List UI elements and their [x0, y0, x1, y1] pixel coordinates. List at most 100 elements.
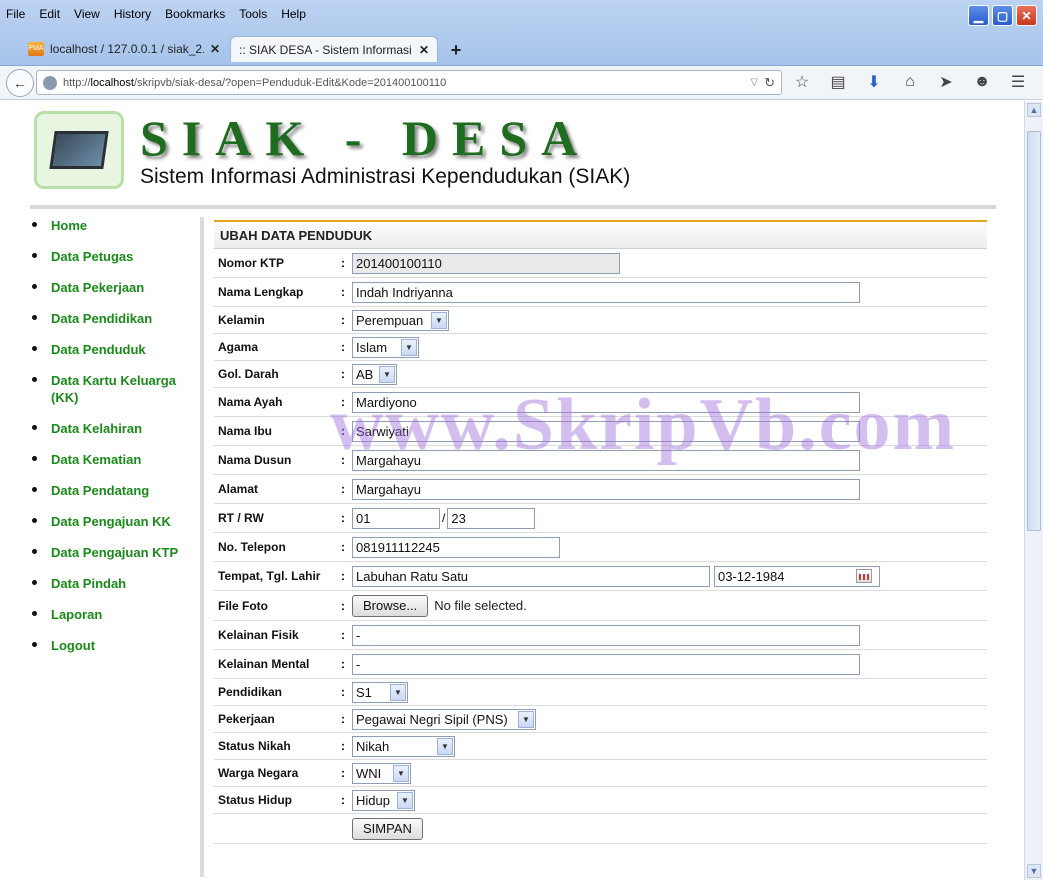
sidebar-link[interactable]: Data Pengajuan KK	[51, 513, 191, 530]
kelainan-fisik-input[interactable]: -	[352, 624, 860, 646]
tab-siak-desa[interactable]: :: SIAK DESA - Sistem Informasi A... ✕	[230, 36, 438, 62]
agama-select[interactable]: Islam ▼	[352, 336, 419, 358]
warga-negara-select[interactable]: WNI ▼	[352, 762, 411, 784]
field-label: Nama Ayah	[218, 395, 283, 409]
alamat-input[interactable]: Margahayu	[352, 478, 860, 500]
reading-list-icon[interactable]: ▤	[828, 72, 848, 92]
browse-button[interactable]: Browse...	[352, 594, 429, 617]
form-row-pendidikan: Pendidikan : S1 ▼	[214, 679, 987, 706]
field-label: Nomor KTP	[218, 256, 284, 270]
bookmark-star-icon[interactable]: ☆	[792, 72, 812, 92]
nama-ayah-input[interactable]: Mardiyono	[352, 391, 860, 413]
sidebar-link[interactable]: Data Petugas	[51, 248, 191, 265]
form-row-kelamin: Kelamin : Perempuan ▼	[214, 307, 987, 334]
sidebar-link[interactable]: Data Pekerjaan	[51, 279, 191, 296]
form-row-ttl: Tempat, Tgl. Lahir : Labuhan Ratu Satu 0…	[214, 562, 987, 591]
vertical-scrollbar[interactable]: ▲ ▼	[1024, 101, 1043, 880]
ktp-input[interactable]: 201400100110	[352, 252, 620, 274]
tab-phpmyadmin[interactable]: PMA localhost / 127.0.0.1 / siak_2... ✕	[20, 36, 228, 62]
field-label: Kelamin	[218, 313, 265, 327]
nama-dusun-input[interactable]: Margahayu	[352, 449, 860, 471]
field-label: File Foto	[218, 598, 268, 613]
field-label: Pendidikan	[218, 685, 283, 699]
pekerjaan-select[interactable]: Pegawai Negri Sipil (PNS) ▼	[352, 708, 536, 730]
menu-file[interactable]: File	[6, 7, 25, 21]
status-hidup-select[interactable]: Hidup ▼	[352, 789, 415, 811]
simpan-button[interactable]: SIMPAN	[352, 817, 423, 840]
scroll-up-icon[interactable]: ▲	[1027, 103, 1041, 117]
rt-rw-separator: /	[442, 511, 446, 525]
form-row-foto: File Foto : Browse... No file selected.	[214, 591, 987, 621]
status-nikah-select[interactable]: Nikah ▼	[352, 735, 455, 757]
menu-bookmarks[interactable]: Bookmarks	[165, 7, 225, 21]
sidebar-link[interactable]: Data Pendidikan	[51, 310, 191, 327]
menu-edit[interactable]: Edit	[39, 7, 60, 21]
maximize-icon[interactable]: ▢	[992, 5, 1013, 26]
field-label: Agama	[218, 340, 259, 354]
menu-history[interactable]: History	[114, 7, 151, 21]
window-controls: ▁ ▢ ✕	[968, 5, 1037, 26]
kelamin-select[interactable]: Perempuan ▼	[352, 309, 449, 331]
sidebar-item-pengajuan-kk: Data Pengajuan KK	[28, 513, 202, 530]
download-icon[interactable]: ⬇	[864, 72, 884, 92]
sidebar-link[interactable]: Home	[51, 217, 191, 234]
new-tab-icon[interactable]: +	[444, 38, 468, 62]
tab-close-icon[interactable]: ✕	[419, 43, 429, 57]
minimize-icon[interactable]: ▁	[968, 5, 989, 26]
rw-input[interactable]: 23	[447, 507, 536, 529]
form-row-nama: Nama Lengkap : Indah Indriyanna	[214, 278, 987, 307]
sidebar-divider	[200, 217, 204, 877]
nama-ibu-input[interactable]: Sarwiyati	[352, 420, 860, 442]
gol-darah-select[interactable]: AB ▼	[352, 363, 397, 385]
scrollbar-thumb[interactable]	[1027, 131, 1041, 531]
menu-tools[interactable]: Tools	[239, 7, 267, 21]
rt-input[interactable]: 01	[352, 507, 440, 529]
tab-close-icon[interactable]: ✕	[210, 42, 220, 56]
close-window-icon[interactable]: ✕	[1016, 5, 1037, 26]
field-label: Tempat, Tgl. Lahir	[218, 569, 321, 583]
menu-view[interactable]: View	[74, 7, 100, 21]
field-label: Pekerjaan	[218, 712, 275, 726]
form-row-pekerjaan: Pekerjaan : Pegawai Negri Sipil (PNS) ▼	[214, 706, 987, 733]
kelainan-mental-input[interactable]: -	[352, 653, 860, 675]
tab-label: :: SIAK DESA - Sistem Informasi A...	[239, 42, 413, 57]
field-label: Warga Negara	[218, 766, 299, 780]
chat-icon[interactable]: ☻	[972, 72, 992, 92]
file-status: No file selected.	[434, 598, 527, 613]
form-row-ktp: Nomor KTP : 201400100110	[214, 249, 987, 278]
sidebar-link[interactable]: Data Pengajuan KTP	[51, 544, 191, 561]
scroll-down-icon[interactable]: ▼	[1027, 864, 1041, 878]
sidebar-link[interactable]: Data Kartu Keluarga (KK)	[51, 372, 191, 406]
sidebar-link[interactable]: Laporan	[51, 606, 191, 623]
field-label: RT / RW	[218, 511, 264, 525]
sidebar-link[interactable]: Data Pendatang	[51, 482, 191, 499]
tempat-lahir-input[interactable]: Labuhan Ratu Satu	[352, 565, 710, 587]
hamburger-menu-icon[interactable]: ☰	[1008, 72, 1028, 92]
chevron-down-icon: ▼	[401, 338, 417, 356]
sidebar-item-laporan: Laporan	[28, 606, 202, 623]
tanggal-lahir-input[interactable]: 03-12-1984	[714, 565, 880, 587]
sidebar-link[interactable]: Data Penduduk	[51, 341, 191, 358]
address-bar[interactable]: http://localhost/skripvb/siak-desa/?open…	[36, 70, 782, 95]
sidebar-link[interactable]: Logout	[51, 637, 191, 654]
pendidikan-select[interactable]: S1 ▼	[352, 681, 408, 703]
sidebar-link[interactable]: Data Pindah	[51, 575, 191, 592]
url-dropdown-icon[interactable]: ▽	[750, 77, 758, 88]
sidebar-item-pindah: Data Pindah	[28, 575, 202, 592]
reload-icon[interactable]: ↻	[764, 75, 775, 91]
send-icon[interactable]: ➤	[936, 72, 956, 92]
nama-lengkap-input[interactable]: Indah Indriyanna	[352, 281, 860, 303]
url-text: http://localhost/skripvb/siak-desa/?open…	[63, 76, 447, 89]
home-icon[interactable]: ⌂	[900, 72, 920, 92]
telepon-input[interactable]: 081911112245	[352, 536, 560, 558]
calendar-icon[interactable]	[856, 569, 872, 583]
back-arrow-icon[interactable]: ←	[6, 68, 34, 97]
sidebar-link[interactable]: Data Kematian	[51, 451, 191, 468]
menu-help[interactable]: Help	[281, 7, 306, 21]
sidebar-item-home: Home	[28, 217, 202, 234]
sidebar-item-pendidikan: Data Pendidikan	[28, 310, 202, 327]
form-row-ayah: Nama Ayah : Mardiyono	[214, 388, 987, 417]
tab-strip: PMA localhost / 127.0.0.1 / siak_2... ✕ …	[0, 34, 468, 62]
sidebar-link[interactable]: Data Kelahiran	[51, 420, 191, 437]
form-heading: UBAH DATA PENDUDUK	[214, 220, 987, 249]
